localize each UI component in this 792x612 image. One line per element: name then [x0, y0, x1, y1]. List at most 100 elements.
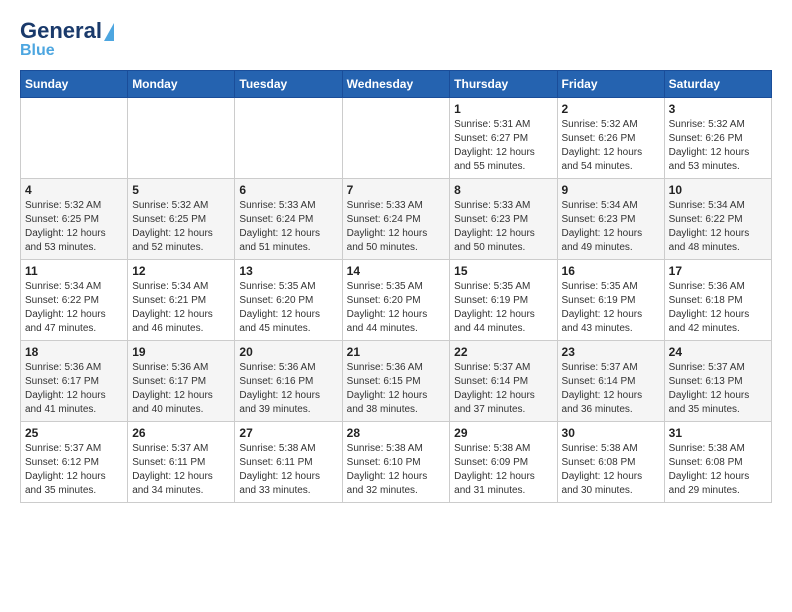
day-number: 31 [669, 426, 767, 440]
page-header: General Blue [20, 20, 772, 60]
day-number: 2 [562, 102, 660, 116]
calendar-cell: 28 Sunrise: 5:38 AM Sunset: 6:10 PM Dayli… [342, 422, 450, 503]
day-number: 5 [132, 183, 230, 197]
calendar-cell: 13 Sunrise: 5:35 AM Sunset: 6:20 PM Dayli… [235, 260, 342, 341]
day-info: Sunrise: 5:34 AM Sunset: 6:22 PM Dayligh… [669, 199, 767, 255]
day-info: Sunrise: 5:34 AM Sunset: 6:23 PM Dayligh… [562, 199, 660, 255]
calendar-cell: 12 Sunrise: 5:34 AM Sunset: 6:21 PM Dayli… [128, 260, 235, 341]
header-wednesday: Wednesday [342, 71, 450, 98]
calendar-cell: 8 Sunrise: 5:33 AM Sunset: 6:23 PM Daylig… [450, 179, 557, 260]
day-info: Sunrise: 5:32 AM Sunset: 6:25 PM Dayligh… [132, 199, 230, 255]
day-info: Sunrise: 5:36 AM Sunset: 6:16 PM Dayligh… [239, 361, 337, 417]
calendar-cell [21, 98, 128, 179]
calendar-cell: 25 Sunrise: 5:37 AM Sunset: 6:12 PM Dayli… [21, 422, 128, 503]
calendar-cell: 30 Sunrise: 5:38 AM Sunset: 6:08 PM Dayli… [557, 422, 664, 503]
day-number: 13 [239, 264, 337, 278]
day-number: 1 [454, 102, 552, 116]
logo: General Blue [20, 20, 114, 60]
header-sunday: Sunday [21, 71, 128, 98]
calendar-cell: 19Sunrise: 5:36 AM Sunset: 6:17 PM Dayli… [128, 341, 235, 422]
calendar-cell: 1 Sunrise: 5:31 AM Sunset: 6:27 PM Daylig… [450, 98, 557, 179]
day-info: Sunrise: 5:37 AM Sunset: 6:13 PM Dayligh… [669, 361, 767, 417]
calendar-cell: 18Sunrise: 5:36 AM Sunset: 6:17 PM Dayli… [21, 341, 128, 422]
calendar-cell: 16Sunrise: 5:35 AM Sunset: 6:19 PM Dayli… [557, 260, 664, 341]
day-number: 21 [347, 345, 446, 359]
day-info: Sunrise: 5:38 AM Sunset: 6:08 PM Dayligh… [562, 442, 660, 498]
day-number: 20 [239, 345, 337, 359]
calendar-week-1: 1 Sunrise: 5:31 AM Sunset: 6:27 PM Daylig… [21, 98, 772, 179]
header-saturday: Saturday [664, 71, 771, 98]
day-info: Sunrise: 5:38 AM Sunset: 6:08 PM Dayligh… [669, 442, 767, 498]
day-info: Sunrise: 5:33 AM Sunset: 6:24 PM Dayligh… [239, 199, 337, 255]
calendar-week-3: 11Sunrise: 5:34 AM Sunset: 6:22 PM Dayli… [21, 260, 772, 341]
calendar-cell: 15 Sunrise: 5:35 AM Sunset: 6:19 PM Dayli… [450, 260, 557, 341]
logo-blue: Blue [20, 42, 55, 60]
day-info: Sunrise: 5:38 AM Sunset: 6:10 PM Dayligh… [347, 442, 446, 498]
day-info: Sunrise: 5:36 AM Sunset: 6:18 PM Dayligh… [669, 280, 767, 336]
calendar-cell: 23Sunrise: 5:37 AM Sunset: 6:14 PM Dayli… [557, 341, 664, 422]
header-friday: Friday [557, 71, 664, 98]
day-info: Sunrise: 5:32 AM Sunset: 6:25 PM Dayligh… [25, 199, 123, 255]
day-info: Sunrise: 5:34 AM Sunset: 6:21 PM Dayligh… [132, 280, 230, 336]
day-number: 14 [347, 264, 446, 278]
day-number: 25 [25, 426, 123, 440]
day-info: Sunrise: 5:35 AM Sunset: 6:19 PM Dayligh… [562, 280, 660, 336]
calendar-table: SundayMondayTuesdayWednesdayThursdayFrid… [20, 70, 772, 503]
day-number: 9 [562, 183, 660, 197]
day-info: Sunrise: 5:35 AM Sunset: 6:19 PM Dayligh… [454, 280, 552, 336]
day-number: 11 [25, 264, 123, 278]
day-number: 3 [669, 102, 767, 116]
calendar-cell: 7 Sunrise: 5:33 AM Sunset: 6:24 PM Daylig… [342, 179, 450, 260]
header-thursday: Thursday [450, 71, 557, 98]
day-info: Sunrise: 5:38 AM Sunset: 6:09 PM Dayligh… [454, 442, 552, 498]
calendar-header-row: SundayMondayTuesdayWednesdayThursdayFrid… [21, 71, 772, 98]
calendar-cell: 22 Sunrise: 5:37 AM Sunset: 6:14 PM Dayli… [450, 341, 557, 422]
header-tuesday: Tuesday [235, 71, 342, 98]
calendar-cell [128, 98, 235, 179]
day-number: 4 [25, 183, 123, 197]
day-info: Sunrise: 5:33 AM Sunset: 6:23 PM Dayligh… [454, 199, 552, 255]
calendar-cell: 5 Sunrise: 5:32 AM Sunset: 6:25 PM Daylig… [128, 179, 235, 260]
day-number: 30 [562, 426, 660, 440]
calendar-week-2: 4 Sunrise: 5:32 AM Sunset: 6:25 PM Daylig… [21, 179, 772, 260]
day-info: Sunrise: 5:31 AM Sunset: 6:27 PM Dayligh… [454, 118, 552, 174]
day-number: 24 [669, 345, 767, 359]
calendar-cell: 20 Sunrise: 5:36 AM Sunset: 6:16 PM Dayli… [235, 341, 342, 422]
day-info: Sunrise: 5:35 AM Sunset: 6:20 PM Dayligh… [347, 280, 446, 336]
day-info: Sunrise: 5:37 AM Sunset: 6:12 PM Dayligh… [25, 442, 123, 498]
day-number: 27 [239, 426, 337, 440]
calendar-week-4: 18Sunrise: 5:36 AM Sunset: 6:17 PM Dayli… [21, 341, 772, 422]
calendar-cell: 4 Sunrise: 5:32 AM Sunset: 6:25 PM Daylig… [21, 179, 128, 260]
day-number: 10 [669, 183, 767, 197]
day-info: Sunrise: 5:37 AM Sunset: 6:14 PM Dayligh… [454, 361, 552, 417]
day-number: 19 [132, 345, 230, 359]
day-info: Sunrise: 5:33 AM Sunset: 6:24 PM Dayligh… [347, 199, 446, 255]
calendar-cell: 29 Sunrise: 5:38 AM Sunset: 6:09 PM Dayli… [450, 422, 557, 503]
calendar-cell: 9 Sunrise: 5:34 AM Sunset: 6:23 PM Daylig… [557, 179, 664, 260]
calendar-cell [342, 98, 450, 179]
day-info: Sunrise: 5:38 AM Sunset: 6:11 PM Dayligh… [239, 442, 337, 498]
day-number: 6 [239, 183, 337, 197]
day-info: Sunrise: 5:37 AM Sunset: 6:14 PM Dayligh… [562, 361, 660, 417]
day-info: Sunrise: 5:36 AM Sunset: 6:17 PM Dayligh… [25, 361, 123, 417]
calendar-cell: 10 Sunrise: 5:34 AM Sunset: 6:22 PM Dayli… [664, 179, 771, 260]
day-number: 22 [454, 345, 552, 359]
day-info: Sunrise: 5:32 AM Sunset: 6:26 PM Dayligh… [669, 118, 767, 174]
day-number: 8 [454, 183, 552, 197]
day-info: Sunrise: 5:35 AM Sunset: 6:20 PM Dayligh… [239, 280, 337, 336]
calendar-cell: 3 Sunrise: 5:32 AM Sunset: 6:26 PM Daylig… [664, 98, 771, 179]
day-info: Sunrise: 5:32 AM Sunset: 6:26 PM Dayligh… [562, 118, 660, 174]
day-number: 12 [132, 264, 230, 278]
day-number: 7 [347, 183, 446, 197]
calendar-cell: 24 Sunrise: 5:37 AM Sunset: 6:13 PM Dayli… [664, 341, 771, 422]
day-number: 28 [347, 426, 446, 440]
day-info: Sunrise: 5:37 AM Sunset: 6:11 PM Dayligh… [132, 442, 230, 498]
calendar-cell: 14 Sunrise: 5:35 AM Sunset: 6:20 PM Dayli… [342, 260, 450, 341]
day-number: 29 [454, 426, 552, 440]
day-info: Sunrise: 5:36 AM Sunset: 6:15 PM Dayligh… [347, 361, 446, 417]
day-number: 15 [454, 264, 552, 278]
calendar-cell: 6 Sunrise: 5:33 AM Sunset: 6:24 PM Daylig… [235, 179, 342, 260]
calendar-cell: 2 Sunrise: 5:32 AM Sunset: 6:26 PM Daylig… [557, 98, 664, 179]
calendar-cell [235, 98, 342, 179]
calendar-cell: 31 Sunrise: 5:38 AM Sunset: 6:08 PM Dayli… [664, 422, 771, 503]
